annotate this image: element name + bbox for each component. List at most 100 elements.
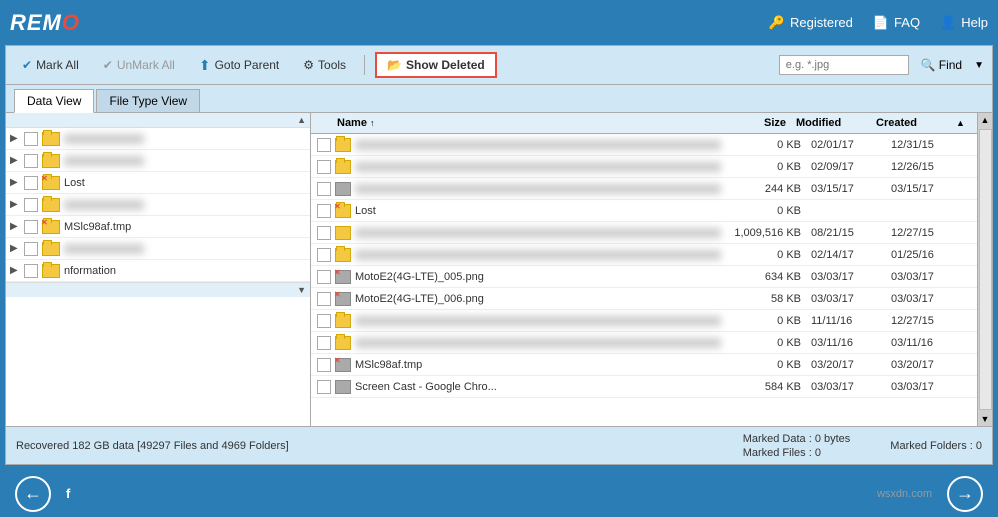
dropdown-arrow-icon[interactable]: ▼ <box>974 60 984 71</box>
tree-checkbox[interactable] <box>24 132 38 146</box>
scrollbar-right[interactable]: ▲ ▼ <box>977 113 992 426</box>
search-input[interactable] <box>779 55 909 75</box>
file-row[interactable]: ✕ MSlc98af.tmp 0 KB 03/20/17 03/20/17 <box>311 354 977 376</box>
tree-row[interactable]: ▶ <box>6 194 310 216</box>
main-container: ✔ Mark All ✔ UnMark All ⬆ Goto Parent ⚙ … <box>5 45 993 465</box>
show-deleted-button[interactable]: 📂 Show Deleted <box>375 52 497 78</box>
file-name <box>355 184 721 194</box>
file-created: 01/25/16 <box>891 249 971 261</box>
file-checkbox[interactable] <box>317 204 331 218</box>
mark-all-button[interactable]: ✔ Mark All <box>14 55 87 75</box>
tree-scroll-up[interactable]: ▲ <box>297 115 306 125</box>
faq-btn[interactable]: 📄 FAQ <box>873 15 920 31</box>
tree-expand-icon: ▶ <box>10 177 22 188</box>
status-marked-data: Marked Data : 0 bytes Marked Files : 0 <box>743 433 851 459</box>
back-button[interactable]: ← <box>15 476 51 512</box>
file-checkbox[interactable] <box>317 358 331 372</box>
file-modified: 02/14/17 <box>811 249 891 261</box>
file-row[interactable]: 0 KB 02/09/17 12/26/15 <box>311 156 977 178</box>
tree-scroll-down[interactable]: ▼ <box>297 285 306 295</box>
file-modified: 03/03/17 <box>811 271 891 283</box>
file-checkbox[interactable] <box>317 160 331 174</box>
file-modified: 03/15/17 <box>811 183 891 195</box>
file-scroll-up-icon[interactable]: ▲ <box>956 118 965 128</box>
file-row[interactable]: 0 KB 02/01/17 12/31/15 <box>311 134 977 156</box>
file-size: 0 KB <box>721 359 811 371</box>
goto-parent-button[interactable]: ⬆ Goto Parent <box>191 54 287 77</box>
file-checkbox[interactable] <box>317 138 331 152</box>
file-checkbox[interactable] <box>317 182 331 196</box>
header-modified-col[interactable]: Modified <box>796 117 876 129</box>
unmark-all-button[interactable]: ✔ UnMark All <box>95 55 183 75</box>
file-checkbox[interactable] <box>317 314 331 328</box>
folder-icon <box>42 132 60 146</box>
file-checkbox[interactable] <box>317 380 331 394</box>
tree-checkbox[interactable] <box>24 154 38 168</box>
header-size-col[interactable]: Size <box>706 117 796 129</box>
folder-icon <box>335 160 351 174</box>
file-row[interactable]: 0 KB 11/11/16 12/27/15 <box>311 310 977 332</box>
file-size: 0 KB <box>721 139 811 151</box>
file-name: MotoE2(4G-LTE)_006.png <box>355 293 721 305</box>
file-row[interactable]: Screen Cast - Google Chro... 584 KB 03/0… <box>311 376 977 398</box>
file-checkbox[interactable] <box>317 248 331 262</box>
file-checkbox[interactable] <box>317 336 331 350</box>
tree-row[interactable]: ▶ <box>6 150 310 172</box>
folder-icon <box>335 248 351 262</box>
header-name-col[interactable]: Name ↑ <box>337 117 706 129</box>
scroll-up-btn[interactable]: ▲ <box>979 113 992 127</box>
faq-icon: 📄 <box>873 15 889 31</box>
file-name: MSlc98af.tmp <box>355 359 721 371</box>
facebook-icon[interactable]: f <box>66 486 70 501</box>
status-marked-folders: Marked Folders : 0 <box>890 440 982 452</box>
registered-btn[interactable]: 🔑 Registered <box>769 15 853 31</box>
file-name: Lost <box>355 205 721 217</box>
tree-checkbox[interactable] <box>24 242 38 256</box>
file-name <box>355 250 721 260</box>
file-created: 03/03/17 <box>891 293 971 305</box>
tree-expand-icon: ▶ <box>10 243 22 254</box>
file-row[interactable]: ✕ Lost 0 KB <box>311 200 977 222</box>
file-checkbox[interactable] <box>317 292 331 306</box>
file-created: 12/27/15 <box>891 315 971 327</box>
folder-icon <box>42 242 60 256</box>
file-modified: 03/03/17 <box>811 293 891 305</box>
gear-icon: ⚙ <box>303 58 314 72</box>
tools-button[interactable]: ⚙ Tools <box>295 55 354 75</box>
tree-checkbox[interactable] <box>24 198 38 212</box>
tree-item-label: MSlc98af.tmp <box>64 221 131 233</box>
tab-data-view[interactable]: Data View <box>14 89 94 113</box>
tree-checkbox[interactable] <box>24 220 38 234</box>
file-checkbox[interactable] <box>317 270 331 284</box>
file-row[interactable]: ✕ MotoE2(4G-LTE)_006.png 58 KB 03/03/17 … <box>311 288 977 310</box>
file-name <box>355 316 721 326</box>
scroll-down-btn[interactable]: ▼ <box>979 412 992 426</box>
next-button[interactable]: → <box>947 476 983 512</box>
tree-item-label <box>64 244 144 254</box>
tab-file-type-view[interactable]: File Type View <box>96 89 200 112</box>
file-name <box>355 338 721 348</box>
tree-checkbox[interactable] <box>24 176 38 190</box>
file-row[interactable]: 244 KB 03/15/17 03/15/17 <box>311 178 977 200</box>
tree-row[interactable]: ▶ ✕ MSlc98af.tmp <box>6 216 310 238</box>
view-tabs: Data View File Type View <box>6 85 992 113</box>
find-button[interactable]: 🔍 Find <box>913 55 970 75</box>
file-row[interactable]: 1,009,516 KB 08/21/15 12/27/15 <box>311 222 977 244</box>
tree-row[interactable]: ▶ <box>6 128 310 150</box>
file-size: 244 KB <box>721 183 811 195</box>
header-created-col[interactable]: Created <box>876 117 956 129</box>
file-row[interactable]: 0 KB 03/11/16 03/11/16 <box>311 332 977 354</box>
help-btn[interactable]: 👤 Help <box>940 15 988 31</box>
file-row[interactable]: ✕ MotoE2(4G-LTE)_005.png 634 KB 03/03/17… <box>311 266 977 288</box>
tree-row[interactable]: ▶ <box>6 238 310 260</box>
file-name <box>355 162 721 172</box>
file-modified: 02/09/17 <box>811 161 891 173</box>
toolbar: ✔ Mark All ✔ UnMark All ⬆ Goto Parent ⚙ … <box>6 46 992 85</box>
file-row[interactable]: 0 KB 02/14/17 01/25/16 <box>311 244 977 266</box>
tree-row[interactable]: ▶ ✕ Lost <box>6 172 310 194</box>
scroll-thumb[interactable] <box>979 129 992 410</box>
tree-checkbox[interactable] <box>24 264 38 278</box>
file-checkbox[interactable] <box>317 226 331 240</box>
tree-row[interactable]: ▶ nformation <box>6 260 310 282</box>
tree-expand-icon: ▶ <box>10 199 22 210</box>
